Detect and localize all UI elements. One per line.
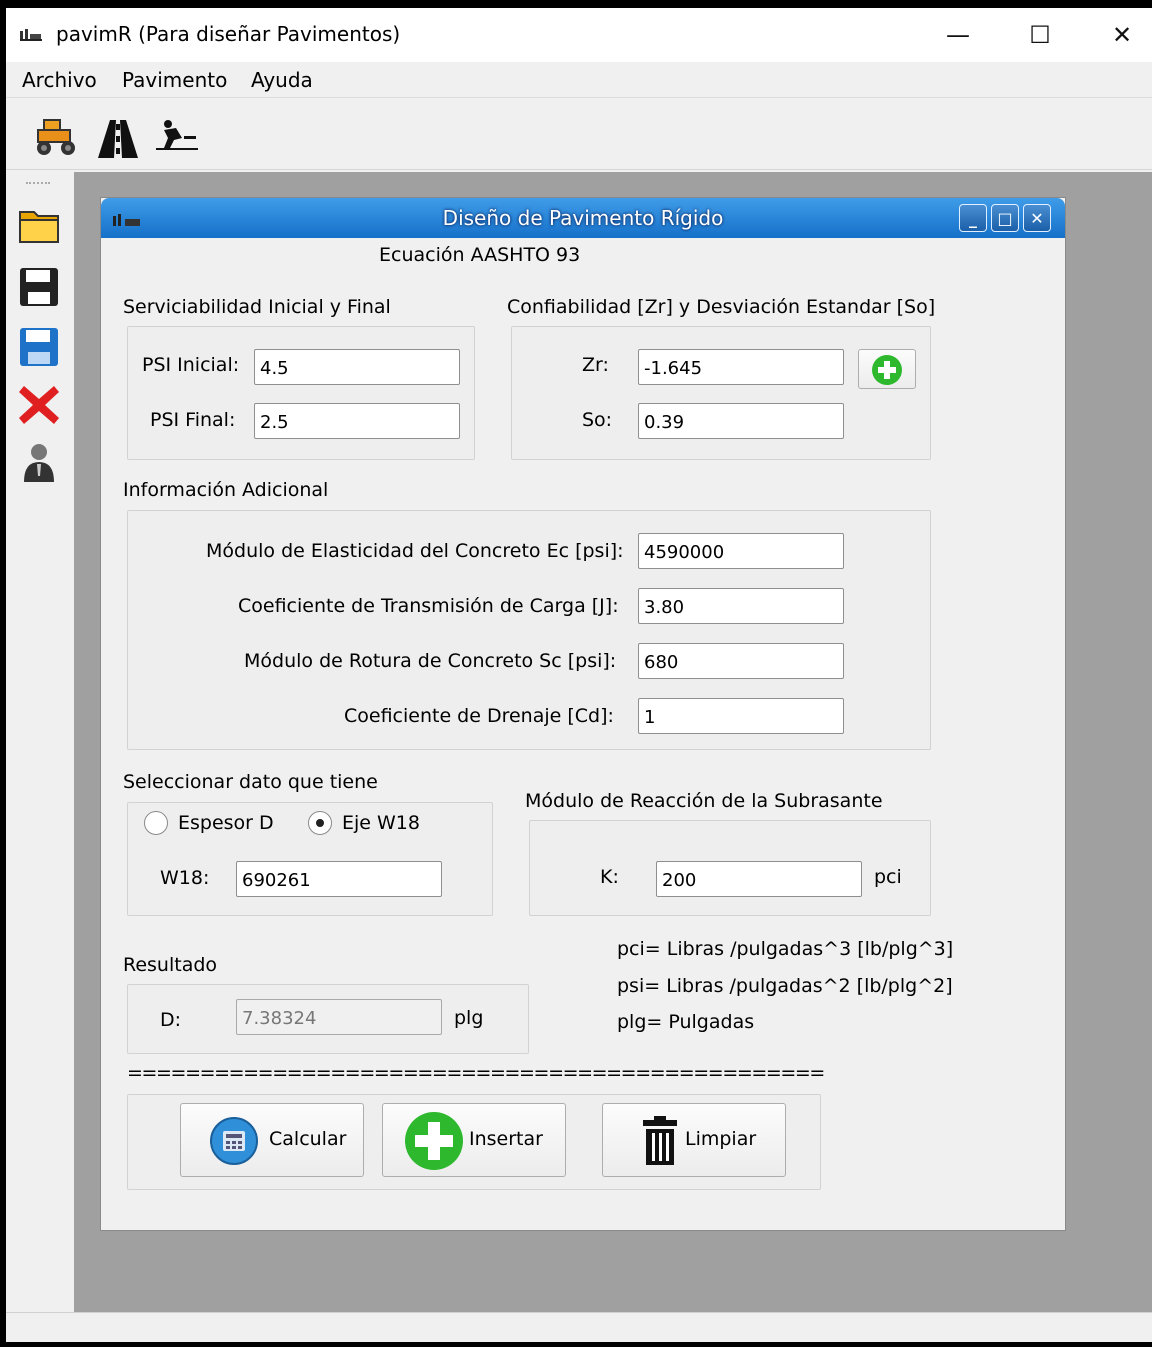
w18-label: W18: [160, 867, 210, 889]
sc-label: Módulo de Rotura de Concreto Sc [psi]: [244, 650, 617, 672]
dialog-subtitle: Ecuación AASHTO 93 [379, 244, 581, 266]
d-output: 7.38324 [236, 999, 442, 1035]
app-logo-icon [20, 29, 42, 41]
close-button[interactable]: ✕ [1080, 8, 1152, 62]
maximize-button[interactable]: ☐ [998, 8, 1082, 62]
window-title: pavimR (Para diseñar Pavimentos) [56, 22, 401, 46]
confiabilidad-heading: Confiabilidad [Zr] y Desviación Estandar… [507, 296, 936, 318]
seleccion-group: Espesor D Eje W18 W18: 690261 [127, 802, 493, 916]
toolbar-grip[interactable] [26, 182, 50, 188]
menu-ayuda[interactable]: Ayuda [251, 68, 313, 92]
j-label: Coeficiente de Transmisión de Carga [J]: [238, 595, 619, 617]
psi-final-label: PSI Final: [150, 409, 236, 431]
info-heading: Información Adicional [123, 479, 329, 501]
road-icon[interactable] [96, 118, 140, 160]
eje-w18-label[interactable]: Eje W18 [342, 812, 420, 834]
road-roller-icon[interactable] [32, 118, 80, 156]
cd-input[interactable]: 1 [638, 698, 844, 734]
ec-input[interactable]: 4590000 [638, 533, 844, 569]
j-input[interactable]: 3.80 [638, 588, 844, 624]
save-as-icon[interactable] [16, 324, 62, 370]
calculator-icon [210, 1117, 258, 1165]
k-label: K: [600, 866, 619, 888]
add-zr-button[interactable] [858, 349, 916, 389]
calcular-label: Calcular [269, 1128, 347, 1150]
sc-input[interactable]: 680 [638, 643, 844, 679]
resultado-heading: Resultado [123, 954, 218, 976]
side-toolbar [6, 172, 74, 1312]
add-icon [872, 355, 902, 385]
so-label: So: [582, 409, 613, 431]
w18-input[interactable]: 690261 [236, 861, 442, 897]
dialog-title: Diseño de Pavimento Rígido [442, 206, 724, 230]
save-icon[interactable] [16, 264, 62, 310]
dialog-minimize-button[interactable]: _ [959, 204, 987, 232]
seleccion-heading: Seleccionar dato que tiene [123, 771, 378, 793]
dialog-titlebar: Diseño de Pavimento Rígido _ □ ✕ [101, 198, 1065, 238]
confiabilidad-group: Zr: -1.645 So: 0.39 [511, 326, 931, 460]
k-unit: pci [874, 866, 902, 888]
status-bar [6, 1312, 1152, 1342]
window-titlebar: pavimR (Para diseñar Pavimentos) — ☐ ✕ [6, 8, 1152, 62]
note-plg: plg= Pulgadas [617, 1011, 755, 1033]
modulo-heading: Módulo de Reacción de la Subrasante [525, 790, 883, 812]
separator-line: ========================================… [127, 1062, 825, 1084]
d-label: D: [160, 1009, 182, 1031]
open-folder-icon[interactable] [16, 202, 62, 248]
rigid-pavement-dialog: Diseño de Pavimento Rígido _ □ ✕ Ecuació… [100, 197, 1066, 1231]
serviciabilidad-heading: Serviciabilidad Inicial y Final [123, 296, 391, 318]
espesor-label[interactable]: Espesor D [178, 812, 274, 834]
main-toolbar [6, 100, 1152, 170]
psi-final-input[interactable]: 2.5 [254, 403, 460, 439]
insertar-label: Insertar [469, 1128, 543, 1150]
menu-bar: Archivo Pavimento Ayuda [6, 62, 1152, 98]
main-window: pavimR (Para diseñar Pavimentos) — ☐ ✕ A… [6, 8, 1152, 1342]
user-icon[interactable] [16, 440, 62, 486]
note-psi: psi= Libras /pulgadas^2 [lb/plg^2] [617, 975, 953, 997]
actions-group: Calcular Insertar Limpiar [127, 1094, 821, 1190]
espesor-radio[interactable] [144, 811, 168, 835]
insert-plus-icon [405, 1112, 463, 1170]
modulo-group: K: 200 pci [529, 820, 931, 916]
psi-inicial-label: PSI Inicial: [142, 354, 240, 376]
dialog-close-button[interactable]: ✕ [1023, 204, 1051, 232]
limpiar-label: Limpiar [685, 1128, 757, 1150]
eje-w18-radio[interactable] [308, 811, 332, 835]
menu-archivo[interactable]: Archivo [22, 68, 97, 92]
ec-label: Módulo de Elasticidad del Concreto Ec [p… [206, 540, 624, 562]
delete-icon[interactable] [16, 382, 62, 428]
so-input[interactable]: 0.39 [638, 403, 844, 439]
info-group: Módulo de Elasticidad del Concreto Ec [p… [127, 510, 931, 750]
minimize-button[interactable]: — [916, 8, 1000, 62]
resultado-group: D: 7.38324 plg [127, 984, 529, 1054]
insertar-button[interactable]: Insertar [382, 1103, 566, 1177]
note-pci: pci= Libras /pulgadas^3 [lb/plg^3] [617, 938, 954, 960]
calcular-button[interactable]: Calcular [180, 1103, 364, 1177]
dialog-maximize-button[interactable]: □ [991, 204, 1019, 232]
k-input[interactable]: 200 [656, 861, 862, 897]
zr-label: Zr: [582, 354, 609, 376]
zr-input[interactable]: -1.645 [638, 349, 844, 385]
worker-icon[interactable] [154, 118, 200, 152]
menu-pavimento[interactable]: Pavimento [122, 68, 227, 92]
cd-label: Coeficiente de Drenaje [Cd]: [344, 705, 614, 727]
d-unit: plg [454, 1007, 484, 1029]
trash-icon [643, 1116, 677, 1165]
limpiar-button[interactable]: Limpiar [602, 1103, 786, 1177]
serviciabilidad-group: PSI Inicial: 4.5 PSI Final: 2.5 [127, 326, 475, 460]
psi-inicial-input[interactable]: 4.5 [254, 349, 460, 385]
